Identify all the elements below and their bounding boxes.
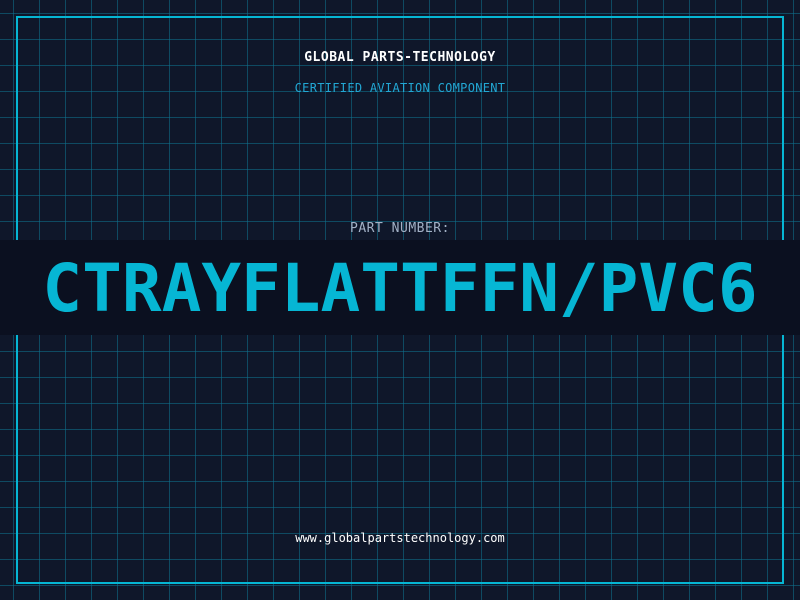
- label-card: GLOBAL PARTS-TECHNOLOGY CERTIFIED AVIATI…: [0, 0, 800, 600]
- part-number-band: CTRAYFLATTFFN/PVC6: [0, 240, 800, 335]
- company-name: GLOBAL PARTS-TECHNOLOGY: [304, 50, 496, 65]
- website-url: www.globalpartstechnology.com: [295, 531, 505, 545]
- part-number-value: CTRAYFLATTFFN/PVC6: [42, 250, 758, 327]
- part-number-label: PART NUMBER:: [350, 221, 450, 236]
- certification-subtitle: CERTIFIED AVIATION COMPONENT: [294, 81, 506, 95]
